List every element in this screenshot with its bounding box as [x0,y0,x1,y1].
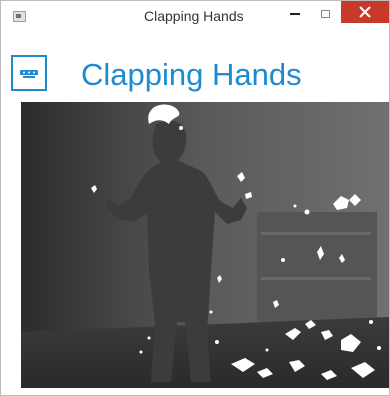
minimize-button[interactable] [281,2,309,26]
maximize-button[interactable] [311,2,339,26]
window-app-icon[interactable] [13,11,26,22]
title-bar[interactable]: Clapping Hands [1,1,389,31]
maximize-icon [320,10,330,18]
page-title: Clapping Hands [81,57,302,92]
depth-camera-view [21,102,389,388]
app-header: Clapping Hands [11,51,381,99]
close-button[interactable] [341,1,389,23]
kinect-sensor-icon [11,55,47,91]
minimize-icon [290,13,300,15]
close-icon [359,6,371,18]
application-window: Clapping Hands Clapping Hands [0,0,390,396]
window-title: Clapping Hands [144,8,244,24]
